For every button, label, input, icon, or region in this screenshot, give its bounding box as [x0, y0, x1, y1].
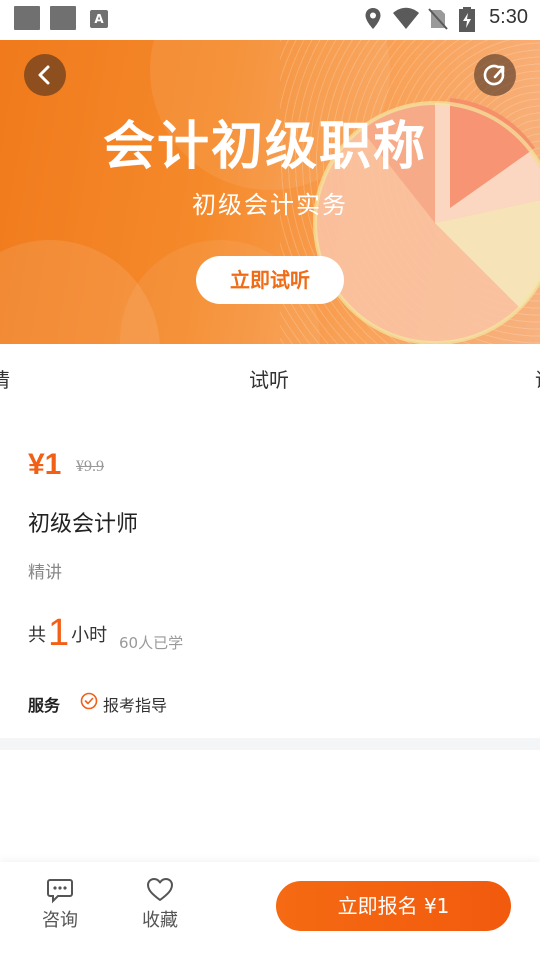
notification-icon	[14, 6, 40, 30]
consult-label: 咨询	[42, 910, 78, 931]
share-button[interactable]	[474, 54, 516, 96]
service-item: 报考指导	[103, 696, 168, 715]
chevron-left-icon	[38, 65, 50, 85]
service-label: 服务	[28, 696, 61, 715]
status-time: 5:30	[489, 6, 528, 28]
app-notification-icon: A	[90, 10, 108, 28]
status-bar: A 5:30	[0, 0, 540, 40]
consult-button[interactable]: 咨询	[30, 876, 90, 932]
current-price: ¥1	[28, 448, 62, 481]
course-detail-page: A 5:30 会计初级职称 初级会计实务 立即试听 试听 ¥1 ¥9.9 初级会…	[0, 0, 540, 960]
wifi-icon	[393, 7, 419, 29]
course-type: 精讲	[28, 563, 62, 583]
tab-lessons[interactable]: 课	[535, 364, 540, 393]
battery-charging-icon	[459, 7, 475, 32]
share-icon	[483, 64, 505, 86]
tab-trial[interactable]: 试听	[249, 364, 289, 393]
no-sim-icon	[428, 8, 448, 30]
original-price: ¥9.9	[76, 458, 104, 475]
duration-prefix: 共	[28, 625, 46, 646]
check-circle-icon	[80, 692, 98, 710]
favorite-label: 收藏	[142, 910, 178, 931]
chat-icon	[47, 879, 73, 904]
course-info: ¥1 ¥9.9 初级会计师 精讲 共1 小时 60人已学 服务 报考指导	[0, 410, 540, 738]
location-icon	[365, 8, 381, 29]
back-button[interactable]	[24, 54, 66, 96]
tab-details[interactable]: 情	[0, 364, 10, 393]
course-banner: 会计初级职称 初级会计实务 立即试听	[0, 40, 540, 344]
try-listen-button[interactable]: 立即试听	[196, 256, 344, 304]
notification-icon	[50, 6, 76, 30]
banner-title: 会计初级职称	[102, 118, 427, 176]
heart-icon	[147, 878, 173, 901]
course-title: 初级会计师	[28, 512, 139, 537]
favorite-button[interactable]: 收藏	[130, 876, 190, 932]
bottom-action-bar: 咨询 收藏 立即报名 ¥1	[0, 862, 540, 960]
enroll-button[interactable]: 立即报名 ¥1	[276, 881, 511, 931]
duration-unit: 小时	[71, 625, 108, 646]
course-duration: 共1 小时	[28, 612, 107, 655]
course-tabs: 情 试听 课	[0, 344, 540, 410]
section-divider	[0, 738, 540, 750]
banner-subtitle: 初级会计实务	[192, 191, 348, 219]
duration-value: 1	[48, 612, 70, 654]
learner-count: 60人已学	[119, 634, 184, 652]
